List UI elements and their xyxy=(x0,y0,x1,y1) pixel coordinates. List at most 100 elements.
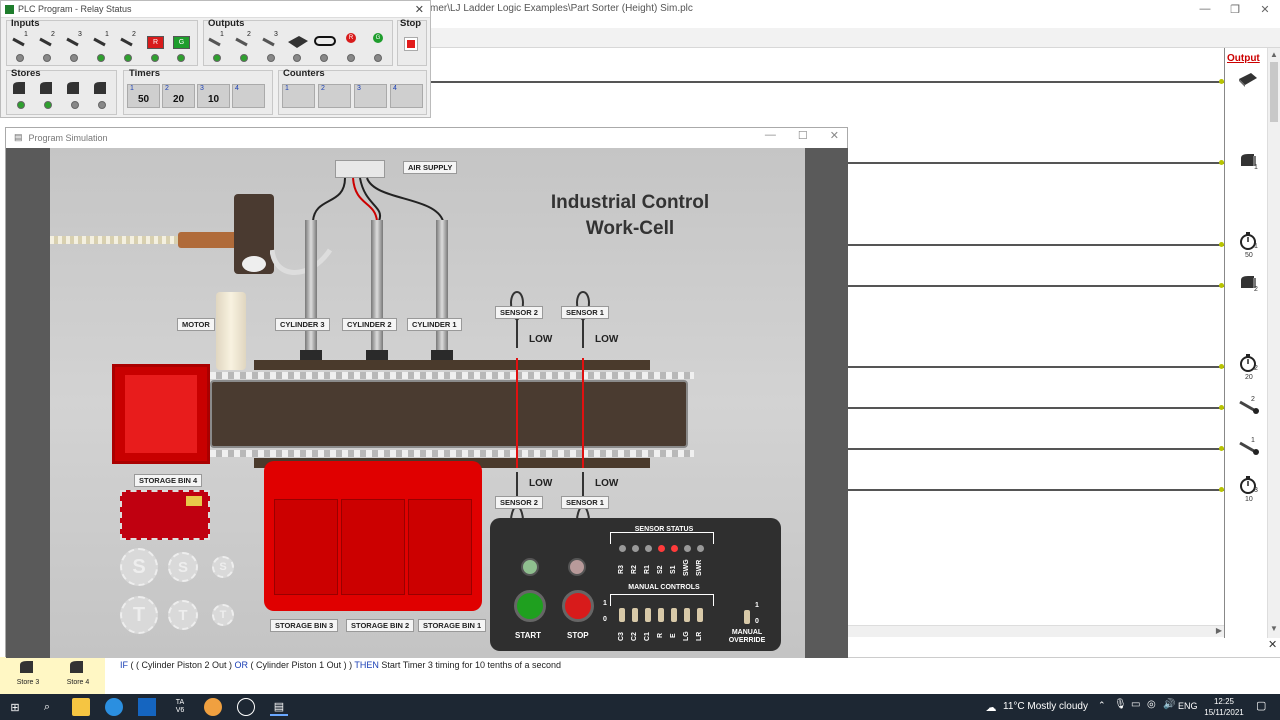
reject-button[interactable]: R xyxy=(147,36,164,49)
network-icon[interactable]: ◎ xyxy=(1147,699,1156,710)
store-3-item[interactable]: Store 3 xyxy=(8,659,48,686)
timer-value: 10 xyxy=(207,94,220,105)
counter-2[interactable]: 2 xyxy=(318,84,351,108)
scene-title: Industrial Control Work-Cell xyxy=(520,190,740,242)
plc-program-taskbar-icon[interactable]: ▤ xyxy=(270,698,288,716)
relay-window-title: PLC Program - Relay Status xyxy=(18,4,132,14)
sensor-1-top-label: SENSOR 1 xyxy=(561,306,609,319)
cylinder-1-head xyxy=(431,350,453,360)
scroll-down-icon[interactable]: ▼ xyxy=(1268,624,1280,636)
tall-part-button-medium[interactable]: T xyxy=(168,600,198,630)
language-indicator[interactable]: ENG xyxy=(1178,701,1198,711)
control-label: C2 xyxy=(631,632,638,641)
toggle-lr[interactable] xyxy=(697,608,703,622)
output-led xyxy=(374,54,382,62)
toggle-r[interactable] xyxy=(658,608,664,622)
dell-icon[interactable] xyxy=(237,698,255,716)
status-led-r1 xyxy=(645,545,652,552)
small-part-button-large[interactable]: S xyxy=(120,548,158,586)
output-number: 1 xyxy=(1251,437,1255,444)
clock[interactable]: 12:25 15/11/2021 xyxy=(1200,696,1248,718)
sensor-2-top-cable xyxy=(510,290,524,348)
store-4-item[interactable]: Store 4 xyxy=(58,659,98,686)
vertical-scrollbar[interactable]: ▲ ▼ xyxy=(1267,48,1280,638)
scale-top: 1 xyxy=(603,600,607,607)
horizontal-scrollbar[interactable]: ▶ xyxy=(848,625,1224,637)
search-icon[interactable]: ⌕ xyxy=(38,698,56,716)
start-label: START xyxy=(515,631,542,640)
simulation-title-bar[interactable]: ▤ Program Simulation — ☐ ✕ xyxy=(6,128,847,147)
tall-part-button-small[interactable]: T xyxy=(212,604,234,626)
output-number: 2 xyxy=(1254,365,1258,372)
status-led-swr xyxy=(697,545,704,552)
minimize-icon[interactable]: — xyxy=(765,129,776,142)
override-bottom: 0 xyxy=(755,618,759,625)
scroll-right-icon[interactable]: ▶ xyxy=(1216,626,1222,635)
counter-3[interactable]: 3 xyxy=(354,84,387,108)
maximize-icon[interactable]: ☐ xyxy=(798,129,808,142)
close-pane-icon[interactable]: ✕ xyxy=(1268,638,1277,651)
stop-button[interactable] xyxy=(404,37,418,51)
bin-1-slot xyxy=(408,499,472,595)
timer-1[interactable]: 1 50 xyxy=(127,84,160,108)
small-part-button-medium[interactable]: S xyxy=(168,552,198,582)
timer-preset: 20 xyxy=(1245,374,1253,381)
manual-override-toggle[interactable] xyxy=(744,610,750,624)
close-button[interactable]: ✕ xyxy=(1250,0,1280,18)
toggle-c3[interactable] xyxy=(619,608,625,622)
small-part-button-small[interactable]: S xyxy=(212,556,234,578)
sensor-status-frame xyxy=(610,532,714,544)
timer-3[interactable]: 3 10 xyxy=(197,84,230,108)
close-icon[interactable]: ✕ xyxy=(830,129,839,142)
tall-part-button-large[interactable]: T xyxy=(120,596,158,634)
counter-1[interactable]: 1 xyxy=(282,84,315,108)
display-icon[interactable]: ▭ xyxy=(1131,699,1140,710)
stores-title: Stores xyxy=(11,68,41,79)
edge-browser-icon[interactable] xyxy=(105,698,123,716)
ta-app-icon[interactable]: TA V6 xyxy=(171,698,189,716)
work-cell-scene: Industrial Control Work-Cell AIR SUPPLY … xyxy=(50,148,805,658)
toggle-e[interactable] xyxy=(671,608,677,622)
simulation-window-controls: — ☐ ✕ xyxy=(765,129,839,142)
control-label: C3 xyxy=(618,632,625,641)
toggle-c2[interactable] xyxy=(632,608,638,622)
file-explorer-icon[interactable] xyxy=(72,698,90,716)
keyword-or: OR xyxy=(234,660,249,670)
green-button[interactable]: G xyxy=(173,36,190,49)
right-power-rail xyxy=(1224,48,1225,638)
scroll-thumb[interactable] xyxy=(1270,62,1278,122)
relay-title-bar[interactable]: PLC Program - Relay Status ✕ xyxy=(1,1,430,18)
toggle-lg[interactable] xyxy=(684,608,690,622)
start-button[interactable] xyxy=(514,590,546,622)
cylinder-icon[interactable] xyxy=(1238,438,1260,456)
microphone-icon[interactable]: 🎙 xyxy=(1114,699,1127,710)
volume-icon[interactable]: 🔊 xyxy=(1163,699,1175,710)
stop-button[interactable] xyxy=(562,590,594,622)
notifications-icon[interactable]: ▢ xyxy=(1256,699,1266,712)
timer-2[interactable]: 2 20 xyxy=(162,84,195,108)
weather-text[interactable]: 11°C Mostly cloudy xyxy=(1003,701,1088,712)
outlook-icon[interactable] xyxy=(138,698,156,716)
toggle-c1[interactable] xyxy=(645,608,651,622)
timer-4[interactable]: 4 xyxy=(232,84,265,108)
cylinder-3-head xyxy=(300,350,322,360)
sensor-1-bottom-label: SENSOR 1 xyxy=(561,496,609,509)
minimize-button[interactable]: — xyxy=(1190,0,1220,18)
status-led-r2 xyxy=(632,545,639,552)
close-icon[interactable]: ✕ xyxy=(415,3,424,16)
counter-4[interactable]: 4 xyxy=(390,84,423,108)
air-line xyxy=(50,236,180,244)
maximize-button[interactable]: ❐ xyxy=(1220,0,1250,18)
app-icon[interactable] xyxy=(204,698,222,716)
store-led xyxy=(17,101,25,109)
ladder-diagram[interactable] xyxy=(848,48,1224,638)
cylinder-icon[interactable] xyxy=(1238,397,1260,415)
keyword-if: IF xyxy=(120,660,128,670)
bin-lid[interactable] xyxy=(120,490,210,540)
scroll-up-icon[interactable]: ▲ xyxy=(1268,50,1280,62)
tray-chevron-icon[interactable]: ⌃ xyxy=(1098,700,1106,711)
windows-start-icon[interactable]: ⊞ xyxy=(6,698,24,716)
timer-number: 1 xyxy=(130,85,134,92)
store-led xyxy=(98,101,106,109)
conveyor-icon[interactable] xyxy=(1237,71,1259,89)
